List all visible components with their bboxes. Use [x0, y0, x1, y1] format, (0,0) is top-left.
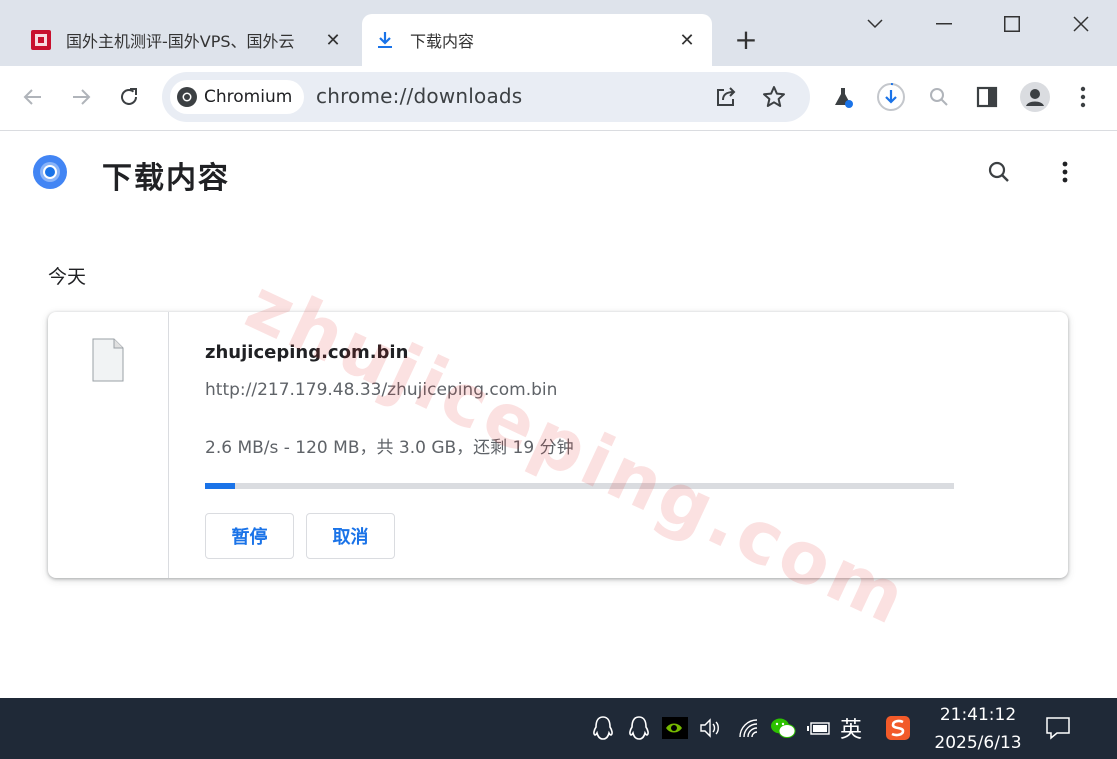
- new-tab-button[interactable]: +: [732, 26, 760, 54]
- page-title: 下载内容: [102, 161, 230, 196]
- tab-title: 下载内容: [410, 32, 475, 51]
- tab-search-chevron-icon[interactable]: [861, 10, 889, 38]
- tab-close-icon[interactable]: ✕: [676, 29, 698, 51]
- nvidia-icon[interactable]: [661, 714, 689, 742]
- clock-time[interactable]: 21:41:12: [938, 705, 1018, 725]
- site-favicon-icon: [30, 29, 52, 51]
- minimize-icon[interactable]: [930, 10, 958, 38]
- back-icon[interactable]: [18, 82, 48, 112]
- labs-flask-icon[interactable]: [828, 82, 858, 112]
- wechat-icon[interactable]: [769, 714, 797, 742]
- notification-center-icon[interactable]: [1044, 714, 1072, 742]
- qq-penguin-icon[interactable]: [589, 714, 617, 742]
- downloads-toolbar-icon[interactable]: [876, 82, 906, 112]
- tab-downloads[interactable]: 下载内容 ✕: [362, 14, 712, 66]
- page-menu-icon[interactable]: [1050, 157, 1080, 187]
- progress-fill: [205, 483, 235, 489]
- zoom-search-icon[interactable]: [924, 82, 954, 112]
- section-date-header: 今天: [48, 266, 87, 288]
- qq-penguin-icon[interactable]: [625, 714, 653, 742]
- clock-date[interactable]: 2025/6/13: [930, 733, 1026, 753]
- tab-title: 国外主机测评-国外VPS、国外云: [66, 32, 295, 51]
- ime-language-indicator[interactable]: 英: [840, 712, 862, 744]
- tab-zhujiceping[interactable]: 国外主机测评-国外VPS、国外云 ✕: [18, 14, 358, 66]
- site-chip-label: Chromium: [204, 87, 293, 107]
- side-panel-icon[interactable]: [972, 82, 1002, 112]
- site-chip[interactable]: Chromium: [170, 80, 304, 114]
- forward-icon[interactable]: [66, 82, 96, 112]
- tab-close-icon[interactable]: ✕: [322, 29, 344, 51]
- pause-button[interactable]: 暂停: [205, 513, 294, 559]
- share-icon[interactable]: [711, 82, 741, 112]
- chromium-logo-icon: [176, 86, 198, 108]
- browser-menu-icon[interactable]: [1068, 82, 1098, 112]
- profile-avatar-icon[interactable]: [1020, 82, 1050, 112]
- downloads-page-logo-icon: [32, 154, 68, 190]
- cancel-button[interactable]: 取消: [306, 513, 395, 559]
- close-window-icon[interactable]: [1067, 10, 1095, 38]
- card-divider: [168, 312, 169, 578]
- sogou-input-icon[interactable]: [884, 714, 912, 742]
- bookmark-star-icon[interactable]: [759, 82, 789, 112]
- maximize-icon[interactable]: [998, 10, 1026, 38]
- battery-icon[interactable]: [805, 714, 833, 742]
- url-text[interactable]: chrome://downloads: [316, 84, 522, 108]
- volume-icon[interactable]: [697, 714, 725, 742]
- search-downloads-icon[interactable]: [984, 157, 1014, 187]
- wifi-icon[interactable]: [735, 714, 763, 742]
- file-icon: [92, 338, 124, 382]
- download-favicon-icon: [374, 29, 396, 51]
- reload-icon[interactable]: [114, 82, 144, 112]
